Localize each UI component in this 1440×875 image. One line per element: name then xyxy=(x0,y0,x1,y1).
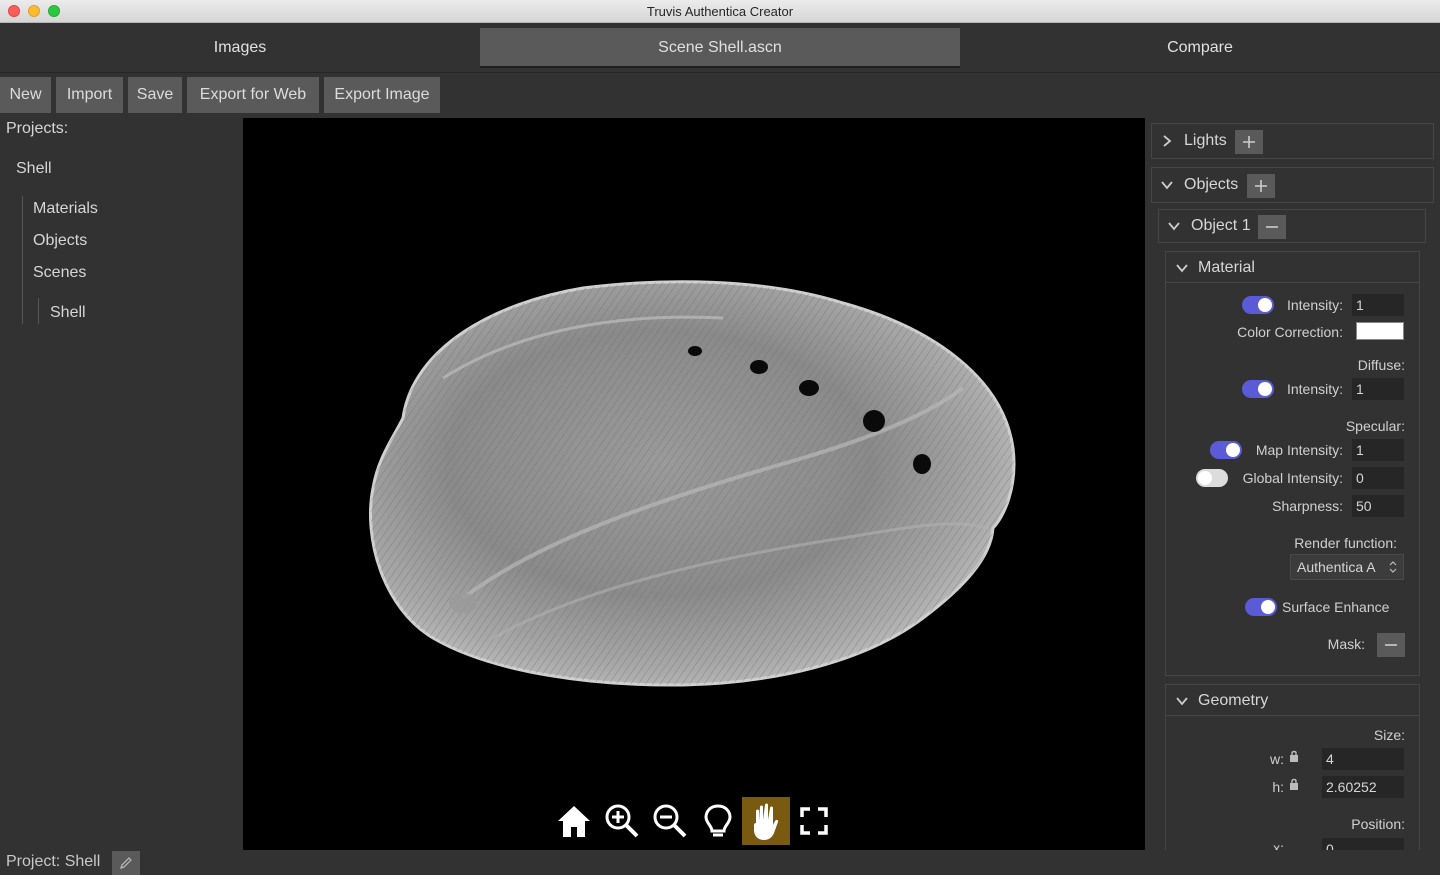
chevron-down-icon[interactable] xyxy=(1160,178,1174,192)
intensity-field[interactable]: 1 xyxy=(1352,294,1404,316)
material-title: Material xyxy=(1198,259,1255,276)
tab-scene[interactable]: Scene Shell.ascn xyxy=(480,28,960,68)
remove-object-button[interactable] xyxy=(1258,215,1286,239)
tree-item-materials[interactable]: Materials xyxy=(33,200,98,218)
export-for-web-button[interactable]: Export for Web xyxy=(187,77,319,113)
window-title: Truvis Authentica Creator xyxy=(646,4,794,19)
position-label: Position: xyxy=(1351,816,1405,832)
light-button[interactable] xyxy=(694,797,742,845)
zoom-out-icon xyxy=(653,804,687,838)
render-function-label: Render function: xyxy=(1294,535,1397,551)
mask-remove-button[interactable] xyxy=(1377,633,1405,657)
lights-label: Lights xyxy=(1184,132,1227,149)
plus-icon xyxy=(1243,136,1255,148)
h-label: h: xyxy=(1272,779,1284,795)
x-label: x: xyxy=(1273,840,1284,850)
specular-label: Specular: xyxy=(1345,418,1405,434)
global-intensity-toggle[interactable] xyxy=(1196,469,1228,487)
diffuse-intensity-toggle[interactable] xyxy=(1242,380,1274,398)
chevron-down-icon[interactable] xyxy=(1175,261,1189,275)
project-status: Project: Shell xyxy=(6,853,101,870)
add-light-button[interactable] xyxy=(1235,130,1263,154)
tab-images[interactable]: Images xyxy=(0,28,480,68)
diffuse-intensity-label: Intensity: xyxy=(1286,381,1343,397)
main-tabs: Images Scene Shell.ascn Compare xyxy=(0,23,1440,73)
chevron-down-icon[interactable] xyxy=(1175,694,1189,708)
surface-enhance-label: Surface Enhance xyxy=(1282,599,1390,615)
new-button[interactable]: New xyxy=(0,77,51,113)
fullscreen-button[interactable] xyxy=(790,797,838,845)
sharpness-field[interactable]: 50 xyxy=(1352,495,1404,517)
zoom-out-button[interactable] xyxy=(646,797,694,845)
zoom-in-button[interactable] xyxy=(598,797,646,845)
tree-project-shell[interactable]: Shell xyxy=(16,160,52,178)
close-window-button[interactable] xyxy=(8,5,20,17)
tree-guide-line xyxy=(38,298,39,324)
geometry-title: Geometry xyxy=(1198,692,1269,709)
w-label: w: xyxy=(1270,751,1284,767)
global-intensity-field[interactable]: 0 xyxy=(1352,467,1404,489)
diffuse-intensity-field[interactable]: 1 xyxy=(1352,378,1404,400)
map-intensity-label: Map Intensity: xyxy=(1255,442,1343,458)
import-button[interactable]: Import xyxy=(56,77,123,113)
shell-render xyxy=(369,280,1016,687)
width-field[interactable]: 4 xyxy=(1322,748,1404,770)
color-correction-swatch[interactable] xyxy=(1356,322,1404,340)
map-intensity-toggle[interactable] xyxy=(1210,441,1242,459)
fullscreen-icon xyxy=(800,807,828,835)
object1-label: Object 1 xyxy=(1191,217,1251,234)
projects-label: Projects: xyxy=(6,120,69,137)
chevron-right-icon[interactable] xyxy=(1160,134,1174,148)
lock-icon[interactable] xyxy=(1289,750,1299,762)
intensity-toggle[interactable] xyxy=(1242,296,1274,314)
global-intensity-label: Global Intensity: xyxy=(1242,470,1343,486)
home-icon xyxy=(558,806,590,837)
updown-arrows-icon xyxy=(1389,561,1397,573)
save-button[interactable]: Save xyxy=(128,77,182,113)
surface-enhance-toggle[interactable] xyxy=(1245,598,1277,616)
tree-guide-line xyxy=(22,196,23,324)
edit-project-button[interactable] xyxy=(112,851,140,875)
minimize-window-button[interactable] xyxy=(28,5,40,17)
mask-label: Mask: xyxy=(1327,636,1365,652)
tree-item-objects[interactable]: Objects xyxy=(33,232,87,250)
hand-icon xyxy=(754,803,779,840)
sharpness-label: Sharpness: xyxy=(1272,498,1343,514)
home-button[interactable] xyxy=(550,797,598,845)
render-function-select[interactable]: Authentica A xyxy=(1290,554,1404,580)
chevron-down-icon[interactable] xyxy=(1167,219,1181,233)
color-correction-label: Color Correction: xyxy=(1237,324,1343,340)
export-image-button[interactable]: Export Image xyxy=(324,77,440,113)
tree-item-scene-shell[interactable]: Shell xyxy=(50,304,86,322)
minus-icon xyxy=(1266,226,1278,228)
objects-label: Objects xyxy=(1184,176,1239,193)
lightbulb-icon xyxy=(704,804,732,837)
pan-button[interactable] xyxy=(742,797,790,845)
add-object-button[interactable] xyxy=(1247,174,1275,198)
plus-icon xyxy=(1255,180,1267,192)
intensity-label: Intensity: xyxy=(1286,297,1343,313)
maximize-window-button[interactable] xyxy=(48,5,60,17)
height-field[interactable]: 2.60252 xyxy=(1322,776,1404,798)
3d-viewport[interactable] xyxy=(243,118,1145,850)
tab-compare[interactable]: Compare xyxy=(960,28,1440,68)
map-intensity-field[interactable]: 1 xyxy=(1352,439,1404,461)
pencil-icon xyxy=(120,857,132,869)
render-function-value: Authentica A xyxy=(1297,559,1376,575)
minus-icon xyxy=(1385,644,1397,646)
lock-icon[interactable] xyxy=(1289,778,1299,790)
zoom-in-icon xyxy=(605,804,639,838)
x-field[interactable]: 0 xyxy=(1322,838,1404,850)
title-bar: Truvis Authentica Creator xyxy=(0,0,1440,23)
tree-item-scenes[interactable]: Scenes xyxy=(33,264,86,282)
properties-panel: Lights Objects Object 1 Material Intensi… xyxy=(1146,118,1440,850)
diffuse-label: Diffuse: xyxy=(1357,357,1405,373)
size-label: Size: xyxy=(1373,727,1405,743)
